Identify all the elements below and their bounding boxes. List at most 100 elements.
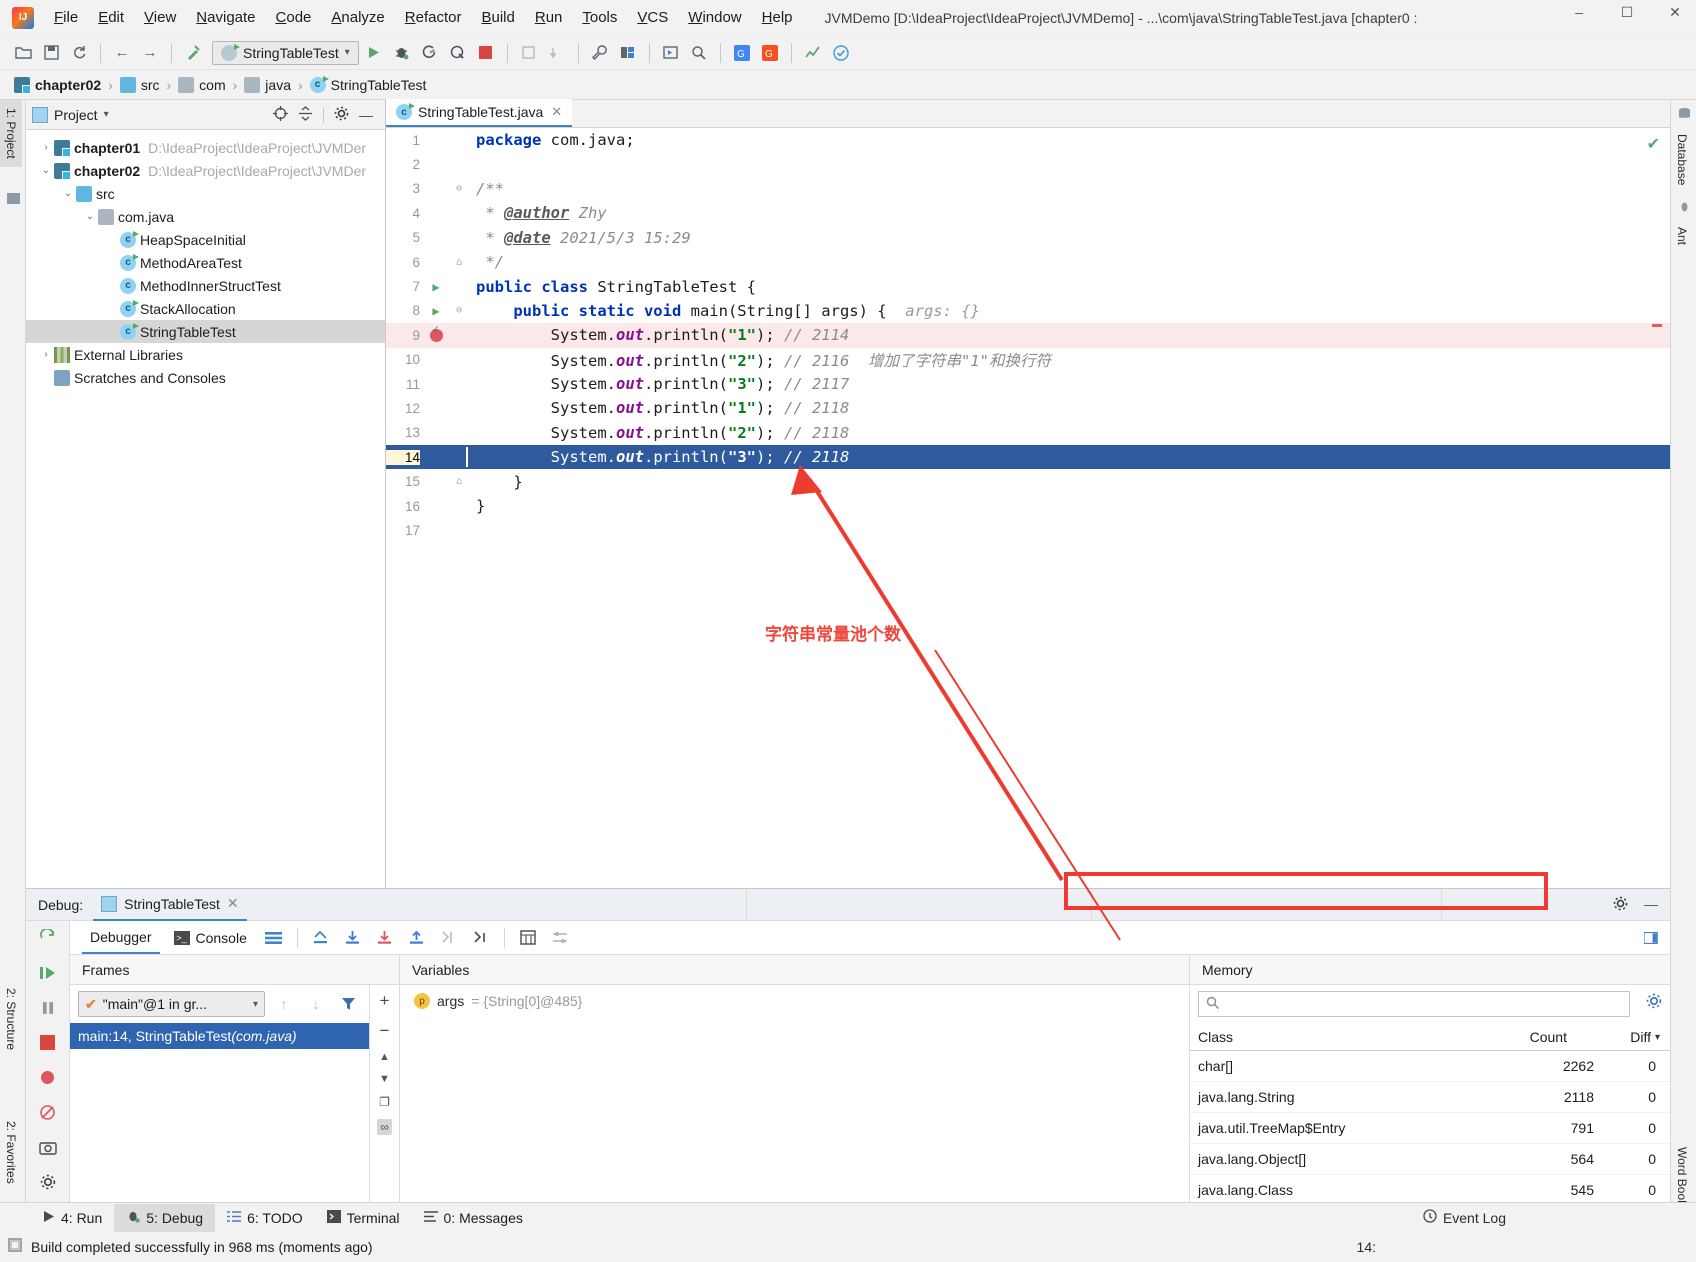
code-line-7[interactable]: 7 ▶ public class StringTableTest {: [386, 274, 1670, 298]
menu-item-tools[interactable]: Tools: [572, 6, 627, 29]
menu-item-refactor[interactable]: Refactor: [395, 6, 472, 29]
search-everywhere-icon[interactable]: [686, 41, 712, 65]
tree-item-chapter02[interactable]: ⌄ chapter02 D:\IdeaProject\IdeaProject\JVM…: [26, 159, 385, 182]
code-line-10[interactable]: 10 System.out.println("2"); // 2116 增加了字…: [386, 348, 1670, 372]
sidebar-item-project[interactable]: 1: Project: [0, 100, 22, 167]
tab-console[interactable]: >_ Console: [166, 921, 255, 954]
close-icon[interactable]: ✕: [551, 104, 562, 120]
chevron-down-icon[interactable]: ▾: [253, 999, 258, 1010]
tree-item-scratches-and-consoles[interactable]: Scratches and Consoles: [26, 366, 385, 389]
debug-icon[interactable]: [389, 41, 415, 65]
column-header-count[interactable]: Count: [1483, 1029, 1575, 1045]
memory-row[interactable]: java.lang.String 2118 0: [1190, 1082, 1670, 1113]
add-watch-icon[interactable]: +: [380, 991, 390, 1011]
code-line-15[interactable]: 15 ⌂ }: [386, 469, 1670, 493]
sidebar-item-favorites[interactable]: 2: Favorites: [0, 1113, 22, 1192]
camera-icon[interactable]: [34, 1136, 62, 1158]
save-all-icon[interactable]: [38, 41, 64, 65]
code-line-4[interactable]: 4 * @author Zhy: [386, 201, 1670, 225]
rerun-icon[interactable]: [34, 927, 62, 949]
code-line-2[interactable]: 2: [386, 152, 1670, 176]
caret-position[interactable]: 14:: [1357, 1239, 1376, 1255]
sidebar-item-database[interactable]: Database: [1671, 126, 1693, 193]
run-gutter-arrow-icon[interactable]: ▶: [432, 304, 439, 318]
restore-layout-icon[interactable]: [1644, 926, 1670, 950]
evaluate-expression-icon[interactable]: [515, 926, 541, 950]
menu-item-navigate[interactable]: Navigate: [186, 6, 265, 29]
menu-item-vcs[interactable]: VCS: [627, 6, 678, 29]
stop-icon[interactable]: [34, 1032, 62, 1054]
run-to-cursor-icon[interactable]: [468, 926, 494, 950]
tree-item-methodareatest[interactable]: c MethodAreaTest: [26, 251, 385, 274]
move-up-icon[interactable]: ▲: [379, 1051, 390, 1063]
locate-icon[interactable]: [273, 105, 288, 124]
code-line-13[interactable]: 13 System.out.println("2"); // 2118: [386, 421, 1670, 445]
move-down-icon[interactable]: ▼: [379, 1073, 390, 1085]
fold-marker-icon[interactable]: ⌂: [452, 257, 466, 268]
memory-search-input[interactable]: [1225, 996, 1622, 1012]
tree-item-methodinnerstructtest[interactable]: c MethodInnerStructTest: [26, 274, 385, 297]
settings-wrench-icon[interactable]: [587, 41, 613, 65]
run-icon[interactable]: [361, 41, 387, 65]
show-execution-point-icon[interactable]: [308, 926, 334, 950]
open-project-icon[interactable]: [10, 41, 36, 65]
translate-icon[interactable]: G: [729, 41, 755, 65]
code-line-16[interactable]: 16}: [386, 494, 1670, 518]
menu-item-help[interactable]: Help: [752, 6, 803, 29]
tree-item-com-java[interactable]: ⌄ com.java: [26, 205, 385, 228]
tab-debugger[interactable]: Debugger: [82, 921, 160, 954]
code-line-14[interactable]: 14 System.out.println("3"); // 2118: [386, 445, 1670, 470]
chevron-down-icon[interactable]: ▾: [345, 47, 350, 58]
remove-watch-icon[interactable]: −: [380, 1021, 390, 1041]
menu-item-code[interactable]: Code: [266, 6, 322, 29]
profile-icon[interactable]: [445, 41, 471, 65]
chart-icon[interactable]: [800, 41, 826, 65]
breadcrumb-item-chapter02[interactable]: chapter02: [14, 76, 101, 94]
mute-breakpoints-icon[interactable]: [34, 1101, 62, 1123]
step-over-icon[interactable]: [340, 926, 366, 950]
sidebar-item-structure[interactable]: 2: Structure: [0, 980, 22, 1058]
memory-row[interactable]: char[] 2262 0: [1190, 1051, 1670, 1082]
code-line-11[interactable]: 11 System.out.println("3"); // 2117: [386, 372, 1670, 396]
resume-program-icon[interactable]: [34, 962, 62, 984]
forward-arrow-icon[interactable]: →: [137, 41, 163, 65]
filter-icon[interactable]: [335, 992, 361, 1016]
run-gutter-arrow-icon[interactable]: ▶: [432, 280, 439, 294]
back-arrow-icon[interactable]: ←: [109, 41, 135, 65]
hide-panel-icon[interactable]: —: [1644, 896, 1658, 914]
gear-icon[interactable]: [334, 106, 349, 124]
breadcrumb-item-src[interactable]: src: [119, 76, 160, 93]
code-line-6[interactable]: 6 ⌂ */: [386, 250, 1670, 274]
fold-marker-icon[interactable]: ⊖: [452, 305, 466, 316]
translate-alt-icon[interactable]: G: [757, 41, 783, 65]
settings-gear-icon[interactable]: [34, 1171, 62, 1193]
run-anything-icon[interactable]: [658, 41, 684, 65]
tree-item-stringtabletest[interactable]: c StringTableTest: [26, 320, 385, 343]
tree-expand-arrow[interactable]: ⌄: [60, 188, 76, 199]
variable-row[interactable]: p args = {String[0]@485}: [400, 985, 1189, 1009]
sync-icon[interactable]: [66, 41, 92, 65]
bottom-tab-5--debug[interactable]: 5: Debug: [114, 1203, 216, 1232]
tree-item-src[interactable]: ⌄ src: [26, 182, 385, 205]
sidebar-item-ant[interactable]: Ant: [1671, 219, 1693, 253]
menu-item-run[interactable]: Run: [525, 6, 573, 29]
code-area[interactable]: ✔ 1 package com.java; 2 3 ⊖/** 4 * @author Zh…: [386, 128, 1670, 892]
watches-icon[interactable]: ∞: [377, 1119, 392, 1135]
tree-item-stackallocation[interactable]: c StackAllocation: [26, 297, 385, 320]
build-hammer-icon[interactable]: [180, 41, 206, 65]
tree-expand-arrow[interactable]: ⌄: [82, 211, 98, 222]
menu-item-analyze[interactable]: Analyze: [321, 6, 394, 29]
close-button[interactable]: ✕: [1660, 4, 1690, 21]
tree-item-heapspaceinitial[interactable]: c HeapSpaceInitial: [26, 228, 385, 251]
sort-chevron-icon[interactable]: ▾: [1651, 1032, 1670, 1043]
column-header-class[interactable]: Class: [1190, 1029, 1483, 1045]
tree-item-external-libraries[interactable]: › External Libraries: [26, 343, 385, 366]
run-configuration-selector[interactable]: StringTableTest ▾: [212, 40, 359, 65]
tree-item-chapter01[interactable]: › chapter01 D:\IdeaProject\IdeaProject\JVM…: [26, 136, 385, 159]
hide-panel-icon[interactable]: —: [359, 107, 373, 123]
pause-program-icon[interactable]: [34, 997, 62, 1019]
minimize-button[interactable]: –: [1564, 4, 1594, 21]
code-line-5[interactable]: 5 * @date 2021/5/3 15:29: [386, 226, 1670, 250]
error-stripe-marker[interactable]: [1652, 324, 1662, 327]
menu-item-window[interactable]: Window: [678, 6, 751, 29]
